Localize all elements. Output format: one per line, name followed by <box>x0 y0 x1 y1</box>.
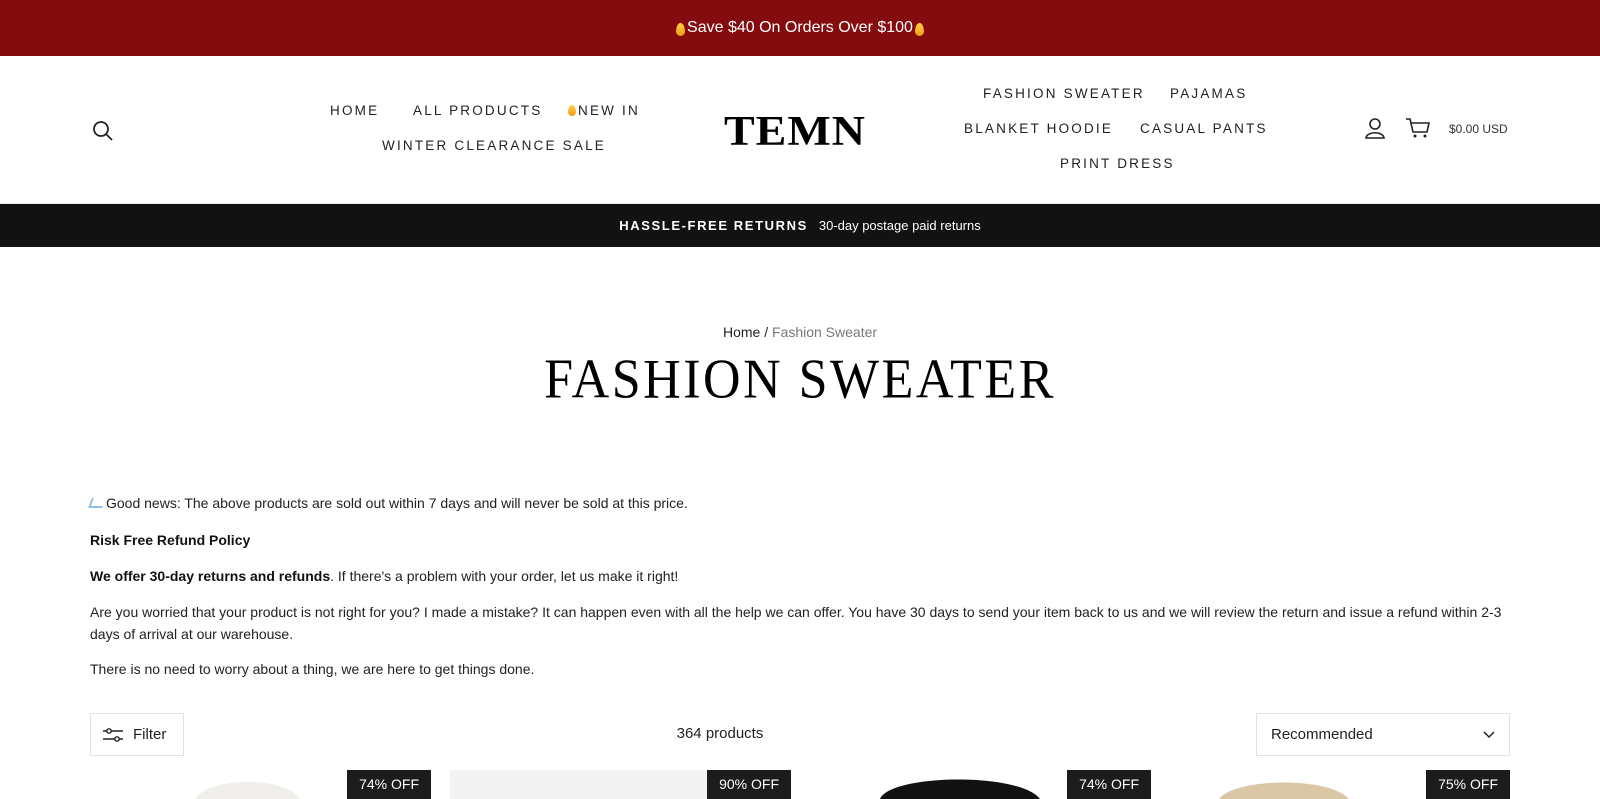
returns-text: 30-day postage paid returns <box>818 218 981 233</box>
description-no-worry: There is no need to worry about a thing,… <box>90 661 535 677</box>
site-header: HOME ALL PRODUCTS NEW IN WINTER CLEARANC… <box>0 56 1600 204</box>
chevron-down-icon <box>1483 730 1495 738</box>
description-policy-heading: Risk Free Refund Policy <box>90 532 251 548</box>
discount-badge: 74% OFF <box>347 770 431 799</box>
search-icon[interactable] <box>92 120 114 142</box>
product-card[interactable]: 74% OFF <box>810 770 1151 799</box>
breadcrumb-separator: / <box>764 324 769 340</box>
nav-item-casual-pants[interactable]: CASUAL PANTS <box>1140 121 1268 136</box>
discount-badge: 74% OFF <box>1067 770 1151 799</box>
product-count: 364 products <box>676 725 764 742</box>
nav-item-winter-clearance-sale[interactable]: WINTER CLEARANCE SALE <box>382 138 606 153</box>
nav-item-print-dress[interactable]: PRINT DRESS <box>1060 156 1175 171</box>
product-card[interactable]: 74% OFF <box>90 770 431 799</box>
logo[interactable]: TEMN <box>724 106 866 155</box>
sparkle-icon <box>88 498 106 508</box>
discount-badge: 75% OFF <box>1426 770 1510 799</box>
returns-bar: HASSLE-FREE RETURNS 30-day postage paid … <box>0 204 1600 247</box>
sort-value: Recommended <box>1271 726 1373 743</box>
flame-icon <box>568 105 576 116</box>
nav-item-new-in[interactable]: NEW IN <box>566 103 640 118</box>
description-worried: Are you worried that your product is not… <box>90 604 1502 642</box>
breadcrumb-home[interactable]: Home <box>723 324 760 340</box>
nav-item-blanket-hoodie[interactable]: BLANKET HOODIE <box>964 121 1113 136</box>
nav-item-all-products[interactable]: ALL PRODUCTS <box>413 103 542 118</box>
cart-total[interactable]: $0.00 USD <box>1449 122 1508 136</box>
discount-badge: 90% OFF <box>707 770 791 799</box>
account-icon[interactable] <box>1364 117 1386 139</box>
breadcrumb-current: Fashion Sweater <box>771 324 878 340</box>
product-grid: 74% OFF 90% OFF 74% OFF 75% OFF <box>90 770 1510 799</box>
sort-select[interactable]: Recommended <box>1256 713 1510 756</box>
nav-item-home[interactable]: HOME <box>330 103 379 118</box>
description-returns: We offer 30-day returns and refunds. If … <box>90 568 679 584</box>
flame-icon <box>676 22 686 36</box>
breadcrumb: Home / Fashion Sweater <box>0 324 1600 340</box>
product-card[interactable]: 90% OFF <box>450 770 791 799</box>
returns-title: HASSLE-FREE RETURNS <box>619 218 808 233</box>
collection-toolbar: Filter 364 products Recommended <box>90 713 1510 756</box>
nav-item-pajamas[interactable]: PAJAMAS <box>1170 86 1247 101</box>
description-good-news: Good news: The above products are sold o… <box>88 493 1510 515</box>
page-title: FASHION SWEATER <box>544 348 1056 411</box>
announcement-bar: Save $40 On Orders Over $100 <box>0 0 1600 56</box>
product-card[interactable]: 75% OFF <box>1169 770 1510 799</box>
flame-icon <box>914 22 924 36</box>
nav-item-fashion-sweater[interactable]: FASHION SWEATER <box>983 86 1145 101</box>
announcement-text: Save $40 On Orders Over $100 <box>687 19 913 36</box>
cart-icon[interactable] <box>1405 117 1431 139</box>
